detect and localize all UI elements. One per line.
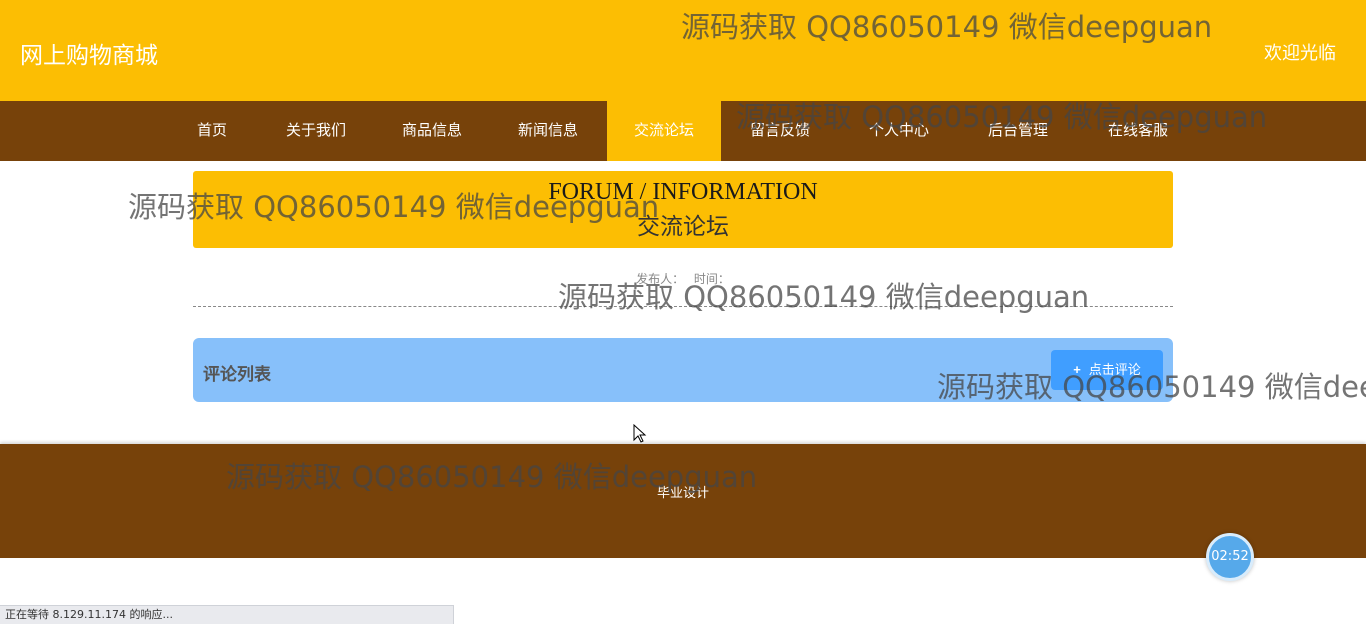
post-meta: 发布人： 时间： [193,270,1173,287]
publisher-label: 发布人： [636,272,685,286]
nav-item-news[interactable]: 新闻信息 [500,101,596,161]
comment-list-title: 评论列表 [203,365,271,385]
section-banner: FORUM / INFORMATION 交流论坛 [193,171,1173,248]
mouse-cursor-icon [633,424,647,443]
add-comment-label: 点击评论 [1088,362,1141,377]
nav-item-home[interactable]: 首页 [180,101,244,161]
header: 网上购物商城 欢迎光临 [0,0,1366,101]
nav-item-products[interactable]: 商品信息 [384,101,480,161]
plus-icon: + [1073,362,1081,377]
site-title[interactable]: 网上购物商城 [20,36,158,70]
main-nav: 首页 关于我们 商品信息 新闻信息 交流论坛 留言反馈 个人中心 后台管理 在线… [0,101,1366,161]
page: 网上购物商城 欢迎光临 首页 关于我们 商品信息 新闻信息 交流论坛 留言反馈 … [0,0,1366,624]
add-comment-button[interactable]: + 点击评论 [1051,350,1163,390]
time-label: 时间： [693,272,730,286]
nav-item-user-center[interactable]: 个人中心 [851,101,947,161]
nav-item-online-service[interactable]: 在线客服 [1090,101,1186,161]
banner-title-en: FORUM / INFORMATION [548,179,818,205]
comment-list-header: 评论列表 + 点击评论 [193,338,1173,402]
browser-status-bar: 正在等待 8.129.11.174 的响应... [0,605,454,624]
divider [193,306,1173,307]
nav-item-feedback[interactable]: 留言反馈 [732,101,828,161]
welcome-text: 欢迎光临 [1264,43,1336,64]
banner-title-cn: 交流论坛 [637,214,729,240]
nav-item-forum[interactable]: 交流论坛 [607,101,721,161]
footer-text: 毕业设计 [656,486,709,501]
footer: 毕业设计 [0,444,1366,558]
nav-item-about[interactable]: 关于我们 [268,101,364,161]
timer-widget[interactable]: 02:52 [1206,533,1254,581]
nav-item-admin[interactable]: 后台管理 [970,101,1066,161]
